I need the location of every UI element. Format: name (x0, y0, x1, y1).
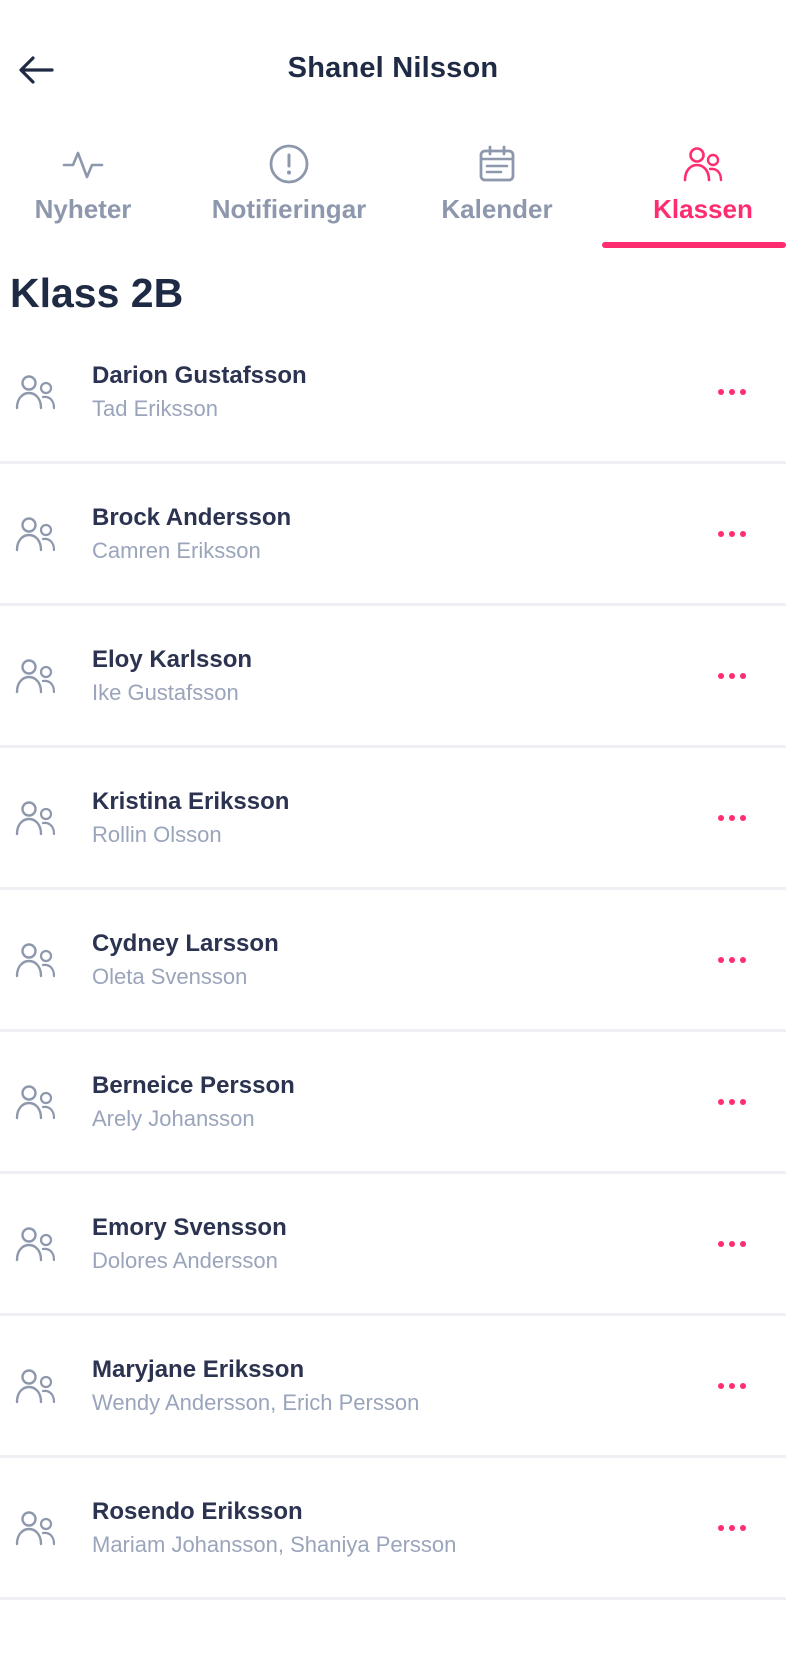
users-icon (14, 1506, 58, 1550)
activity-pulse-icon (61, 142, 105, 186)
guardian-names: Dolores Andersson (92, 1248, 278, 1273)
users-icon (14, 654, 58, 698)
student-name: Cydney Larsson (92, 930, 279, 957)
list-item[interactable]: Cydney Larsson Oleta Svensson (0, 890, 786, 1032)
more-horizontal-icon (716, 388, 749, 395)
list-item[interactable]: Maryjane Eriksson Wendy Andersson, Erich… (0, 1316, 786, 1458)
class-title: Klass 2B (10, 270, 184, 316)
calendar-icon (475, 142, 519, 186)
student-name: Emory Svensson (92, 1214, 287, 1241)
tab-klassen[interactable]: Klassen (636, 138, 770, 250)
student-name: Maryjane Eriksson (92, 1356, 305, 1383)
list-item[interactable]: Eloy Karlsson Ike Gustafsson (0, 606, 786, 748)
guardian-names: Ike Gustafsson (92, 680, 239, 705)
guardian-names: Tad Eriksson (92, 396, 218, 421)
more-options-button[interactable] (702, 798, 762, 838)
tab-kalender[interactable]: Kalender (430, 138, 564, 250)
student-name: Kristina Eriksson (92, 788, 290, 815)
student-name: Rosendo Eriksson (92, 1498, 303, 1525)
alert-circle-icon (267, 142, 311, 186)
app-header: Shanel Nilsson (0, 0, 786, 140)
users-icon (681, 142, 725, 186)
more-options-button[interactable] (702, 514, 762, 554)
active-tab-indicator (602, 242, 786, 248)
more-horizontal-icon (716, 1098, 749, 1105)
list-item[interactable]: Kristina Eriksson Rollin Olsson (0, 748, 786, 890)
more-horizontal-icon (716, 672, 749, 679)
guardian-names: Arely Johansson (92, 1106, 255, 1131)
more-options-button[interactable] (702, 372, 762, 412)
tab-notifieringar[interactable]: Notifieringar (196, 138, 382, 250)
more-options-button[interactable] (702, 940, 762, 980)
student-name: Brock Andersson (92, 504, 292, 531)
guardian-names: Oleta Svensson (92, 964, 248, 989)
users-icon (14, 1364, 58, 1408)
tab-label: Kalender (441, 194, 553, 224)
tab-bar: Nyheter Notifieringar Kalender Klassen (0, 138, 786, 250)
list-item[interactable]: Emory Svensson Dolores Andersson (0, 1174, 786, 1316)
list-item[interactable]: Darion Gustafsson Tad Eriksson (0, 322, 786, 464)
list-item[interactable]: Rosendo Eriksson Mariam Johansson, Shani… (0, 1458, 786, 1600)
more-options-button[interactable] (702, 656, 762, 696)
student-name: Eloy Karlsson (92, 646, 253, 673)
tab-nyheter[interactable]: Nyheter (20, 138, 146, 250)
guardian-names: Rollin Olsson (92, 822, 222, 847)
student-list: Darion Gustafsson Tad Eriksson Brock And… (0, 322, 786, 1600)
users-icon (14, 370, 58, 414)
list-item[interactable]: Brock Andersson Camren Eriksson (0, 464, 786, 606)
users-icon (14, 796, 58, 840)
more-options-button[interactable] (702, 1224, 762, 1264)
guardian-names: Mariam Johansson, Shaniya Persson (92, 1532, 457, 1557)
tab-label: Notifieringar (211, 194, 367, 224)
guardian-names: Wendy Andersson, Erich Persson (92, 1390, 420, 1415)
tab-label: Nyheter (34, 194, 132, 224)
more-horizontal-icon (716, 1524, 749, 1531)
more-horizontal-icon (716, 1382, 749, 1389)
more-horizontal-icon (716, 530, 749, 537)
list-item[interactable]: Berneice Persson Arely Johansson (0, 1032, 786, 1174)
more-horizontal-icon (716, 1240, 749, 1247)
users-icon (14, 1080, 58, 1124)
page-title: Shanel Nilsson (287, 52, 499, 84)
student-name: Darion Gustafsson (92, 362, 307, 389)
student-name: Berneice Persson (92, 1072, 295, 1099)
users-icon (14, 938, 58, 982)
more-horizontal-icon (716, 814, 749, 821)
guardian-names: Camren Eriksson (92, 538, 261, 563)
users-icon (14, 512, 58, 556)
tab-label: Klassen (653, 194, 753, 224)
more-horizontal-icon (716, 956, 749, 963)
more-options-button[interactable] (702, 1508, 762, 1548)
more-options-button[interactable] (702, 1366, 762, 1406)
users-icon (14, 1222, 58, 1266)
more-options-button[interactable] (702, 1082, 762, 1122)
